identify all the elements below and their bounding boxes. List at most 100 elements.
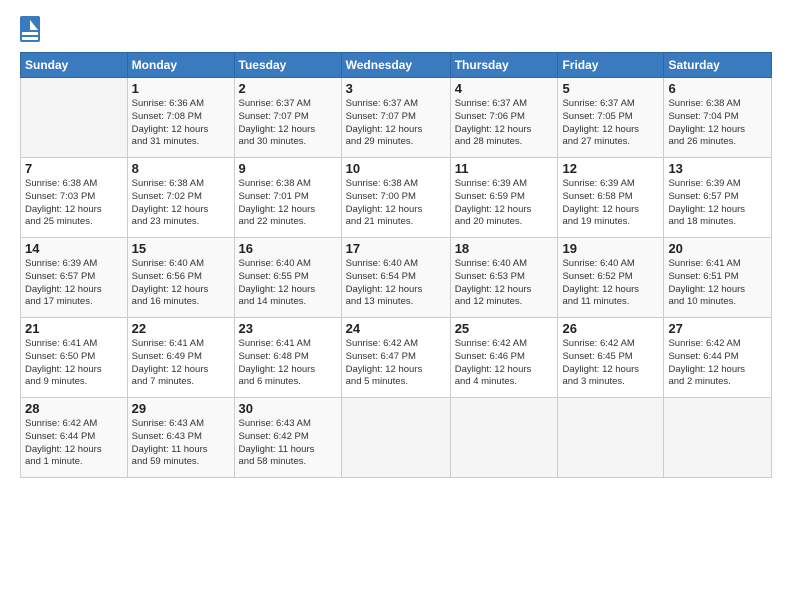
day-info: Sunrise: 6:38 AM Sunset: 7:04 PM Dayligh… <box>668 98 767 149</box>
weekday-header-row: SundayMondayTuesdayWednesdayThursdayFrid… <box>21 53 772 78</box>
header <box>20 16 772 42</box>
calendar-cell: 20 Sunrise: 6:41 AM Sunset: 6:51 PM Dayli… <box>664 238 772 318</box>
day-number: 16 <box>239 241 337 256</box>
day-number: 30 <box>239 401 337 416</box>
calendar-cell: 18Sunrise: 6:40 AM Sunset: 6:53 PM Dayli… <box>450 238 558 318</box>
day-number: 27 <box>668 321 767 336</box>
day-number: 20 <box>668 241 767 256</box>
calendar-cell: 13 Sunrise: 6:39 AM Sunset: 6:57 PM Dayli… <box>664 158 772 238</box>
weekday-header: Saturday <box>664 53 772 78</box>
day-info: Sunrise: 6:42 AM Sunset: 6:45 PM Dayligh… <box>562 338 659 389</box>
day-info: Sunrise: 6:39 AM Sunset: 6:58 PM Dayligh… <box>562 178 659 229</box>
day-number: 22 <box>132 321 230 336</box>
calendar-cell <box>341 398 450 478</box>
day-info: Sunrise: 6:41 AM Sunset: 6:50 PM Dayligh… <box>25 338 123 389</box>
day-info: Sunrise: 6:41 AM Sunset: 6:49 PM Dayligh… <box>132 338 230 389</box>
calendar-cell: 12 Sunrise: 6:39 AM Sunset: 6:58 PM Dayli… <box>558 158 664 238</box>
calendar-cell: 8Sunrise: 6:38 AM Sunset: 7:02 PM Daylig… <box>127 158 234 238</box>
day-number: 21 <box>25 321 123 336</box>
calendar-cell: 17 Sunrise: 6:40 AM Sunset: 6:54 PM Dayli… <box>341 238 450 318</box>
day-number: 28 <box>25 401 123 416</box>
day-info: Sunrise: 6:40 AM Sunset: 6:56 PM Dayligh… <box>132 258 230 309</box>
day-info: Sunrise: 6:43 AM Sunset: 6:42 PM Dayligh… <box>239 418 337 469</box>
weekday-header: Wednesday <box>341 53 450 78</box>
calendar-cell: 10 Sunrise: 6:38 AM Sunset: 7:00 PM Dayli… <box>341 158 450 238</box>
day-info: Sunrise: 6:39 AM Sunset: 6:57 PM Dayligh… <box>668 178 767 229</box>
calendar-cell: 30 Sunrise: 6:43 AM Sunset: 6:42 PM Dayli… <box>234 398 341 478</box>
day-number: 11 <box>455 161 554 176</box>
calendar-cell: 5 Sunrise: 6:37 AM Sunset: 7:05 PM Daylig… <box>558 78 664 158</box>
day-number: 13 <box>668 161 767 176</box>
day-info: Sunrise: 6:41 AM Sunset: 6:51 PM Dayligh… <box>668 258 767 309</box>
calendar-week-row: 7Sunrise: 6:38 AM Sunset: 7:03 PM Daylig… <box>21 158 772 238</box>
day-number: 9 <box>239 161 337 176</box>
day-number: 1 <box>132 81 230 96</box>
calendar-cell <box>21 78 128 158</box>
calendar-cell: 6 Sunrise: 6:38 AM Sunset: 7:04 PM Daylig… <box>664 78 772 158</box>
day-info: Sunrise: 6:38 AM Sunset: 7:01 PM Dayligh… <box>239 178 337 229</box>
day-number: 24 <box>346 321 446 336</box>
calendar-cell: 2 Sunrise: 6:37 AM Sunset: 7:07 PM Daylig… <box>234 78 341 158</box>
calendar-cell: 19Sunrise: 6:40 AM Sunset: 6:52 PM Dayli… <box>558 238 664 318</box>
day-info: Sunrise: 6:38 AM Sunset: 7:02 PM Dayligh… <box>132 178 230 229</box>
day-info: Sunrise: 6:40 AM Sunset: 6:54 PM Dayligh… <box>346 258 446 309</box>
day-number: 12 <box>562 161 659 176</box>
calendar-cell: 7Sunrise: 6:38 AM Sunset: 7:03 PM Daylig… <box>21 158 128 238</box>
day-number: 14 <box>25 241 123 256</box>
day-info: Sunrise: 6:42 AM Sunset: 6:44 PM Dayligh… <box>668 338 767 389</box>
weekday-header: Friday <box>558 53 664 78</box>
calendar-cell: 9 Sunrise: 6:38 AM Sunset: 7:01 PM Daylig… <box>234 158 341 238</box>
calendar-cell: 4 Sunrise: 6:37 AM Sunset: 7:06 PM Daylig… <box>450 78 558 158</box>
day-info: Sunrise: 6:40 AM Sunset: 6:53 PM Dayligh… <box>455 258 554 309</box>
weekday-header: Sunday <box>21 53 128 78</box>
day-number: 4 <box>455 81 554 96</box>
calendar-cell: 15 Sunrise: 6:40 AM Sunset: 6:56 PM Dayli… <box>127 238 234 318</box>
day-info: Sunrise: 6:38 AM Sunset: 7:00 PM Dayligh… <box>346 178 446 229</box>
calendar-cell: 23 Sunrise: 6:41 AM Sunset: 6:48 PM Dayli… <box>234 318 341 398</box>
logo <box>20 16 44 42</box>
day-number: 6 <box>668 81 767 96</box>
day-number: 26 <box>562 321 659 336</box>
day-info: Sunrise: 6:37 AM Sunset: 7:05 PM Dayligh… <box>562 98 659 149</box>
day-number: 25 <box>455 321 554 336</box>
calendar-cell: 25 Sunrise: 6:42 AM Sunset: 6:46 PM Dayli… <box>450 318 558 398</box>
day-info: Sunrise: 6:39 AM Sunset: 6:57 PM Dayligh… <box>25 258 123 309</box>
day-number: 15 <box>132 241 230 256</box>
day-info: Sunrise: 6:42 AM Sunset: 6:46 PM Dayligh… <box>455 338 554 389</box>
calendar-table: SundayMondayTuesdayWednesdayThursdayFrid… <box>20 52 772 478</box>
calendar-week-row: 28 Sunrise: 6:42 AM Sunset: 6:44 PM Dayli… <box>21 398 772 478</box>
calendar-cell <box>664 398 772 478</box>
day-number: 17 <box>346 241 446 256</box>
day-info: Sunrise: 6:37 AM Sunset: 7:06 PM Dayligh… <box>455 98 554 149</box>
day-info: Sunrise: 6:41 AM Sunset: 6:48 PM Dayligh… <box>239 338 337 389</box>
day-info: Sunrise: 6:42 AM Sunset: 6:44 PM Dayligh… <box>25 418 123 469</box>
calendar-week-row: 21 Sunrise: 6:41 AM Sunset: 6:50 PM Dayli… <box>21 318 772 398</box>
weekday-header: Thursday <box>450 53 558 78</box>
day-number: 29 <box>132 401 230 416</box>
calendar-cell: 22 Sunrise: 6:41 AM Sunset: 6:49 PM Dayli… <box>127 318 234 398</box>
day-number: 10 <box>346 161 446 176</box>
calendar-cell: 26 Sunrise: 6:42 AM Sunset: 6:45 PM Dayli… <box>558 318 664 398</box>
calendar-cell: 21 Sunrise: 6:41 AM Sunset: 6:50 PM Dayli… <box>21 318 128 398</box>
calendar-cell: 11 Sunrise: 6:39 AM Sunset: 6:59 PM Dayli… <box>450 158 558 238</box>
calendar-page: SundayMondayTuesdayWednesdayThursdayFrid… <box>0 0 792 612</box>
calendar-week-row: 14 Sunrise: 6:39 AM Sunset: 6:57 PM Dayli… <box>21 238 772 318</box>
calendar-cell: 27 Sunrise: 6:42 AM Sunset: 6:44 PM Dayli… <box>664 318 772 398</box>
day-number: 3 <box>346 81 446 96</box>
day-number: 7 <box>25 161 123 176</box>
day-info: Sunrise: 6:37 AM Sunset: 7:07 PM Dayligh… <box>239 98 337 149</box>
logo-icon <box>20 16 40 42</box>
weekday-header: Monday <box>127 53 234 78</box>
calendar-cell: 16 Sunrise: 6:40 AM Sunset: 6:55 PM Dayli… <box>234 238 341 318</box>
day-info: Sunrise: 6:36 AM Sunset: 7:08 PM Dayligh… <box>132 98 230 149</box>
day-number: 23 <box>239 321 337 336</box>
calendar-cell: 1 Sunrise: 6:36 AM Sunset: 7:08 PM Daylig… <box>127 78 234 158</box>
calendar-cell: 3Sunrise: 6:37 AM Sunset: 7:07 PM Daylig… <box>341 78 450 158</box>
calendar-cell: 29Sunrise: 6:43 AM Sunset: 6:43 PM Dayli… <box>127 398 234 478</box>
day-number: 2 <box>239 81 337 96</box>
day-info: Sunrise: 6:39 AM Sunset: 6:59 PM Dayligh… <box>455 178 554 229</box>
day-info: Sunrise: 6:40 AM Sunset: 6:55 PM Dayligh… <box>239 258 337 309</box>
calendar-week-row: 1 Sunrise: 6:36 AM Sunset: 7:08 PM Daylig… <box>21 78 772 158</box>
day-number: 5 <box>562 81 659 96</box>
day-info: Sunrise: 6:42 AM Sunset: 6:47 PM Dayligh… <box>346 338 446 389</box>
